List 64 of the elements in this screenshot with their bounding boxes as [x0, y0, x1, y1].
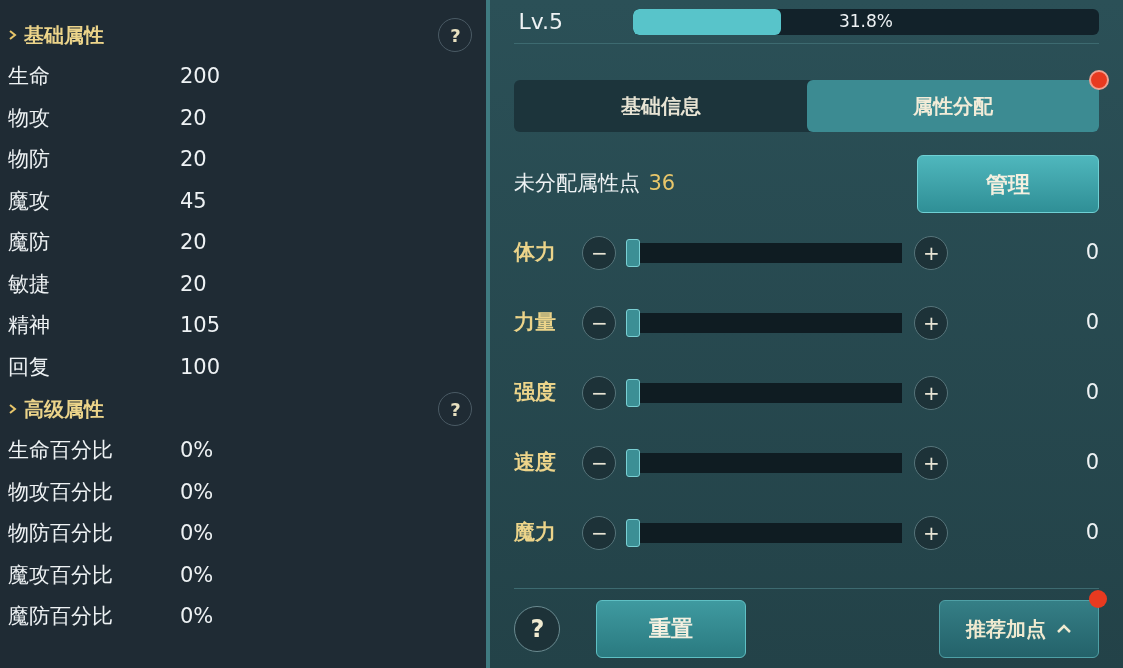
stat-label: 回复	[8, 353, 51, 381]
stat-value: 105	[180, 312, 221, 339]
stat-value: 45	[180, 187, 207, 215]
tab[interactable]: 基础信息	[514, 80, 807, 132]
attribute-value: 0	[1085, 519, 1099, 547]
stat-label: 魔攻百分比	[8, 561, 114, 589]
stat-value: 0%	[180, 478, 214, 506]
unallocated-label: 未分配属性点	[514, 170, 641, 198]
plus-button[interactable]: +	[914, 376, 949, 410]
section-title: 基础属性	[24, 22, 104, 49]
recommend-button[interactable]: 推荐加点	[939, 599, 1099, 658]
attribute-label: 速度	[514, 449, 558, 477]
stat-label: 精神	[8, 312, 51, 339]
reset-button[interactable]: 重置	[596, 599, 747, 658]
stat-label: 魔防百分比	[8, 603, 114, 630]
unallocated-value: 36	[648, 170, 676, 198]
stat-value: 0%	[180, 520, 214, 547]
minus-button[interactable]: −	[582, 376, 617, 410]
plus-button[interactable]: +	[914, 306, 949, 340]
stat-label: 物防	[8, 146, 51, 173]
stat-label: 生命	[8, 63, 51, 90]
attribute-value: 0	[1085, 449, 1099, 477]
level-label: Lv.5	[518, 8, 563, 36]
stat-label: 物攻百分比	[8, 478, 114, 506]
stat-label: 魔防	[8, 229, 51, 256]
stat-label: 生命百分比	[8, 437, 114, 464]
attribute-label: 强度	[514, 379, 558, 407]
stat-value: 20	[180, 104, 207, 132]
attribute-value: 0	[1085, 379, 1099, 407]
plus-button[interactable]: +	[914, 236, 949, 270]
attribute-label: 力量	[514, 309, 558, 337]
help-button[interactable]: ?	[514, 605, 561, 652]
slider-thumb[interactable]	[626, 379, 641, 407]
stat-value: 20	[180, 270, 207, 298]
stat-value: 200	[180, 63, 221, 90]
stat-value: 0%	[180, 437, 214, 464]
minus-button[interactable]: −	[582, 236, 617, 270]
attribute-label: 体力	[514, 239, 558, 267]
slider-thumb[interactable]	[626, 309, 641, 337]
stat-value: 20	[180, 146, 207, 173]
chevron-right-icon	[8, 403, 18, 415]
stat-label: 魔攻	[8, 187, 51, 215]
slider-thumb[interactable]	[626, 449, 641, 477]
stat-label: 物攻	[8, 104, 51, 132]
stat-value: 100	[180, 353, 221, 381]
attribute-label: 魔力	[514, 519, 558, 547]
stat-label: 敏捷	[8, 270, 51, 298]
progress-reading: 31.8%	[838, 9, 894, 33]
stat-value: 20	[180, 229, 207, 256]
minus-button[interactable]: −	[582, 446, 617, 480]
slider-thumb[interactable]	[626, 519, 641, 547]
slider-thumb[interactable]	[626, 239, 641, 267]
chevron-up-icon	[1056, 623, 1072, 634]
minus-button[interactable]: −	[582, 306, 617, 340]
plus-button[interactable]: +	[914, 446, 949, 480]
stat-label: 物防百分比	[8, 520, 114, 547]
attribute-value: 0	[1085, 239, 1099, 267]
minus-button[interactable]: −	[582, 516, 617, 550]
plus-button[interactable]: +	[914, 516, 949, 550]
chevron-right-icon	[8, 29, 18, 41]
stat-value: 0%	[180, 603, 214, 630]
section-title: 高级属性	[24, 396, 104, 423]
stat-value: 0%	[180, 561, 214, 589]
attribute-value: 0	[1085, 309, 1099, 337]
